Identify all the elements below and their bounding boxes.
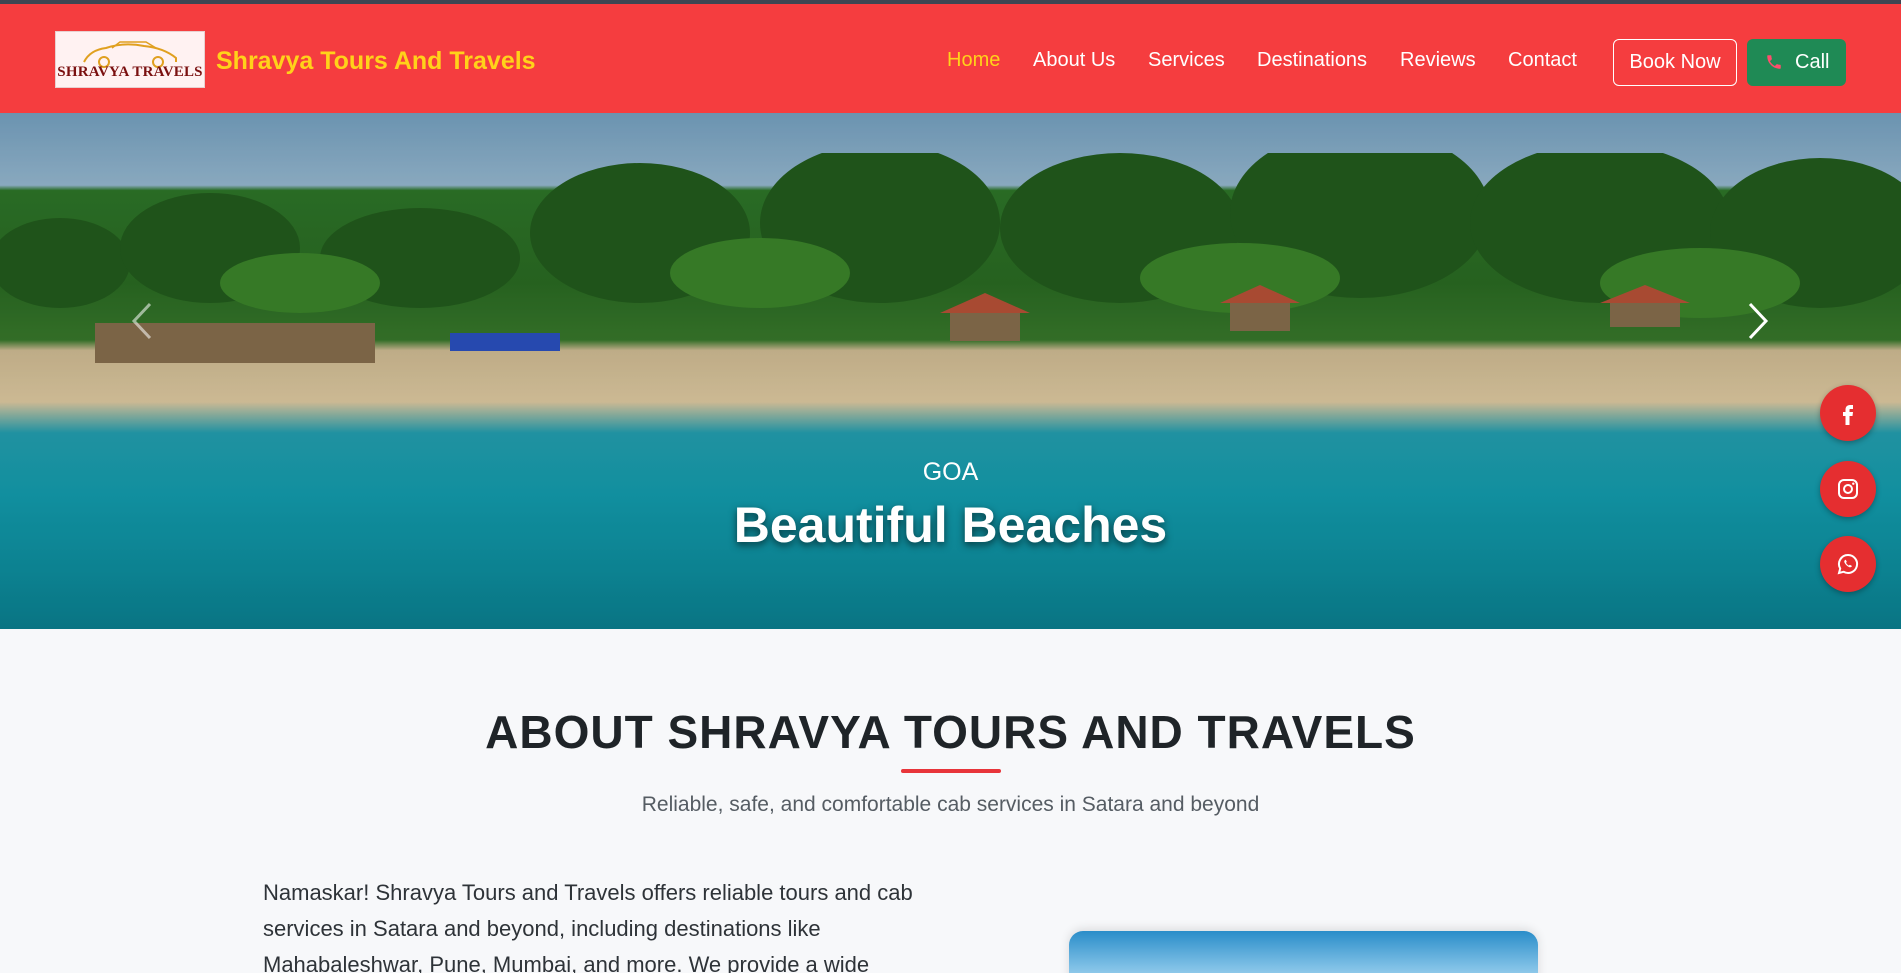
phone-icon <box>1767 55 1781 69</box>
hero-title: Beautiful Beaches <box>733 497 1168 553</box>
nav-reviews[interactable]: Reviews <box>1400 49 1476 72</box>
book-now-button[interactable]: Book Now <box>1613 39 1737 86</box>
site-header: SHRAVYA TRAVELS Shravya Tours And Travel… <box>0 0 1901 113</box>
about-paragraph: Namaskar! Shravya Tours and Travels offe… <box>263 880 913 973</box>
facebook-icon <box>1843 405 1853 425</box>
instagram-icon <box>1838 479 1858 499</box>
instagram-button[interactable] <box>1820 461 1876 517</box>
nav-contact[interactable]: Contact <box>1508 49 1577 72</box>
about-image <box>1069 931 1538 973</box>
nav-about-us[interactable]: About Us <box>1033 49 1115 72</box>
whatsapp-button[interactable] <box>1820 536 1876 592</box>
title-underline <box>901 769 1001 773</box>
about-title: ABOUT SHRAVYA TOURS AND TRAVELS <box>485 706 1416 758</box>
call-button[interactable]: Call <box>1747 39 1846 86</box>
brand-name[interactable]: Shravya Tours And Travels <box>216 47 536 76</box>
call-label: Call <box>1795 51 1830 73</box>
hero-banner: GOA Beautiful Beaches <box>0 113 1901 629</box>
hero-subtitle: GOA <box>922 458 979 486</box>
whatsapp-icon <box>1837 553 1859 575</box>
chevron-left-icon[interactable] <box>122 296 162 346</box>
about-tagline: Reliable, safe, and comfortable cab serv… <box>641 793 1260 816</box>
nav-services[interactable]: Services <box>1148 49 1225 72</box>
logo[interactable]: SHRAVYA TRAVELS <box>55 31 205 88</box>
nav-home[interactable]: Home <box>947 49 1000 72</box>
nav-destinations[interactable]: Destinations <box>1257 49 1367 72</box>
logo-text: SHRAVYA TRAVELS <box>57 64 203 80</box>
chevron-right-icon[interactable] <box>1738 296 1778 346</box>
facebook-button[interactable] <box>1820 385 1876 441</box>
